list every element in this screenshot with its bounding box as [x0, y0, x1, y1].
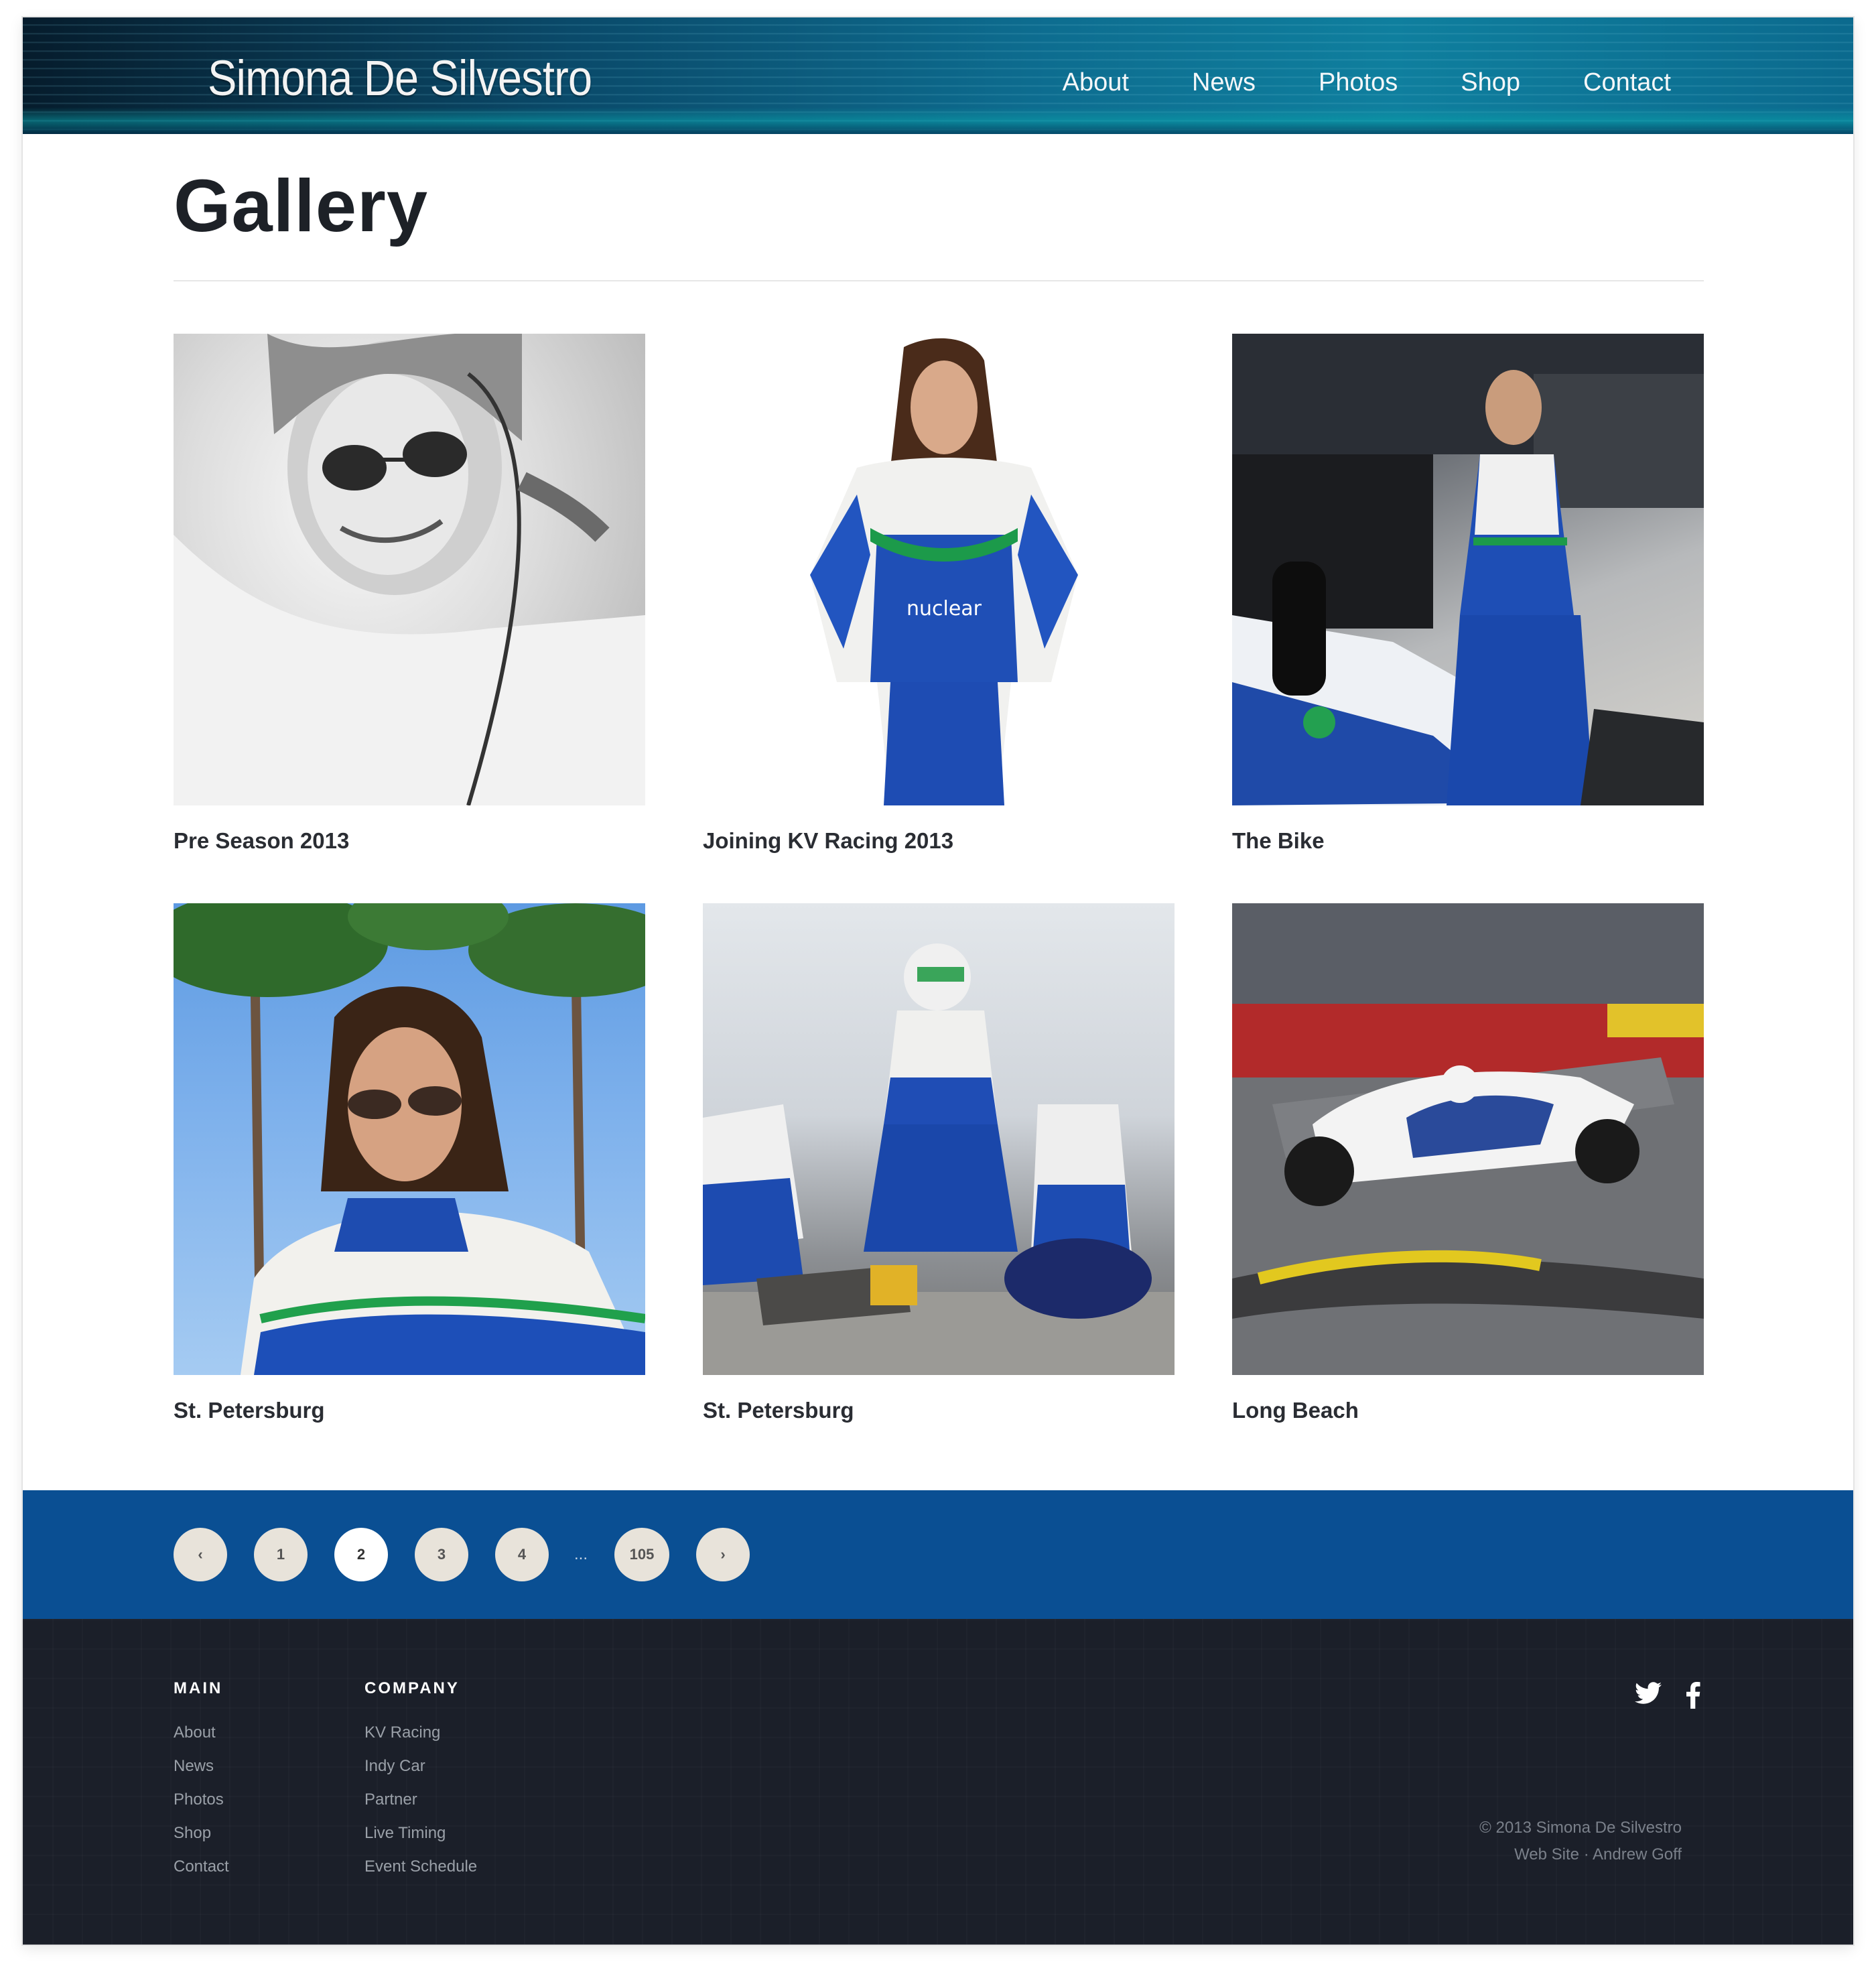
- pit-photo: [1232, 334, 1704, 805]
- gallery-caption[interactable]: The Bike: [1232, 828, 1704, 854]
- page-title: Gallery: [174, 165, 429, 247]
- site-footer: MAIN About News Photos Shop Contact COMP…: [23, 1619, 1853, 1945]
- gallery-thumbnail[interactable]: [703, 903, 1175, 1375]
- credit-label-link[interactable]: Web Site: [1514, 1845, 1579, 1863]
- footer-main-heading: MAIN: [174, 1679, 223, 1697]
- copyright-text: © 2013 Simona De Silvestro: [1479, 1819, 1682, 1837]
- gallery-item[interactable]: Pre Season 2013: [174, 334, 645, 854]
- gallery-thumbnail[interactable]: [174, 903, 645, 1375]
- site-header: Simona De Silvestro About News Photos Sh…: [23, 17, 1853, 134]
- pagination-band: ‹ 1 2 3 4 ... 105 ›: [23, 1490, 1853, 1619]
- footer-link-news[interactable]: News: [174, 1757, 229, 1776]
- gallery-caption[interactable]: Long Beach: [1232, 1398, 1704, 1423]
- title-divider: [174, 280, 1704, 281]
- gallery-thumbnail[interactable]: [174, 334, 645, 805]
- credit-separator: ·: [1583, 1845, 1589, 1863]
- gallery-caption[interactable]: Pre Season 2013: [174, 828, 645, 854]
- footer-main-column: MAIN About News Photos Shop Contact: [174, 1679, 229, 1891]
- portrait-photo: [174, 334, 645, 805]
- gallery-caption[interactable]: St. Petersburg: [174, 1398, 645, 1423]
- footer-link-shop[interactable]: Shop: [174, 1824, 229, 1843]
- nav-news[interactable]: News: [1192, 68, 1256, 97]
- gallery-caption[interactable]: Joining KV Racing 2013: [703, 828, 1175, 854]
- social-links: [1635, 1682, 1700, 1712]
- svg-text:nuclear: nuclear: [907, 597, 982, 620]
- gallery-item[interactable]: The Bike: [1232, 334, 1704, 854]
- nav-photos[interactable]: Photos: [1319, 68, 1398, 97]
- site-logo[interactable]: Simona De Silvestro: [208, 50, 592, 107]
- twitter-icon[interactable]: [1635, 1682, 1662, 1712]
- footer-copyright-block: © 2013 Simona De Silvestro Web Site · An…: [1479, 1815, 1682, 1868]
- gallery-item[interactable]: St. Petersburg: [174, 903, 645, 1423]
- gallery-caption[interactable]: St. Petersburg: [703, 1398, 1175, 1423]
- pagination: ‹ 1 2 3 4 ... 105 ›: [174, 1528, 777, 1581]
- footer-link-live-timing[interactable]: Live Timing: [364, 1824, 477, 1843]
- nav-shop[interactable]: Shop: [1461, 68, 1520, 97]
- credit-name-link[interactable]: Andrew Goff: [1593, 1845, 1682, 1863]
- footer-company-column: COMPANY KV Racing Indy Car Partner Live …: [364, 1679, 477, 1891]
- main-nav: About News Photos Shop Contact: [1000, 68, 1671, 97]
- gallery-item[interactable]: Long Beach: [1232, 903, 1704, 1423]
- page-button-last[interactable]: 105: [614, 1528, 670, 1581]
- palm-portrait-photo: [174, 903, 645, 1375]
- page-button-4[interactable]: 4: [495, 1528, 549, 1581]
- gallery-thumbnail[interactable]: [1232, 903, 1704, 1375]
- page-button-3[interactable]: 3: [415, 1528, 468, 1581]
- footer-link-contact[interactable]: Contact: [174, 1857, 229, 1876]
- gallery-item[interactable]: nuclear Joining KV Racing 2013: [703, 334, 1175, 854]
- footer-company-heading: COMPANY: [364, 1679, 460, 1697]
- page-button-2-current[interactable]: 2: [334, 1528, 388, 1581]
- footer-link-kv-racing[interactable]: KV Racing: [364, 1723, 477, 1742]
- pit-stop-photo: [703, 943, 1175, 1375]
- page-button-1[interactable]: 1: [254, 1528, 308, 1581]
- next-page-button[interactable]: ›: [696, 1528, 750, 1581]
- pagination-ellipsis: ...: [574, 1545, 588, 1563]
- footer-link-event-schedule[interactable]: Event Schedule: [364, 1857, 477, 1876]
- footer-link-indy-car[interactable]: Indy Car: [364, 1757, 477, 1776]
- facebook-icon[interactable]: [1686, 1682, 1700, 1712]
- gallery-item[interactable]: St. Petersburg: [703, 903, 1175, 1423]
- footer-link-partner[interactable]: Partner: [364, 1790, 477, 1809]
- gallery-thumbnail[interactable]: [1232, 334, 1704, 805]
- footer-link-photos[interactable]: Photos: [174, 1790, 229, 1809]
- nav-about[interactable]: About: [1063, 68, 1129, 97]
- gallery-thumbnail[interactable]: nuclear: [703, 334, 1175, 805]
- nav-contact[interactable]: Contact: [1583, 68, 1671, 97]
- race-car-photo: [1232, 903, 1704, 1375]
- driver-photo: nuclear: [810, 338, 1078, 805]
- page-frame: Simona De Silvestro About News Photos Sh…: [23, 17, 1853, 1945]
- footer-link-about[interactable]: About: [174, 1723, 229, 1742]
- prev-page-button[interactable]: ‹: [174, 1528, 227, 1581]
- credit-line: Web Site · Andrew Goff: [1479, 1841, 1682, 1868]
